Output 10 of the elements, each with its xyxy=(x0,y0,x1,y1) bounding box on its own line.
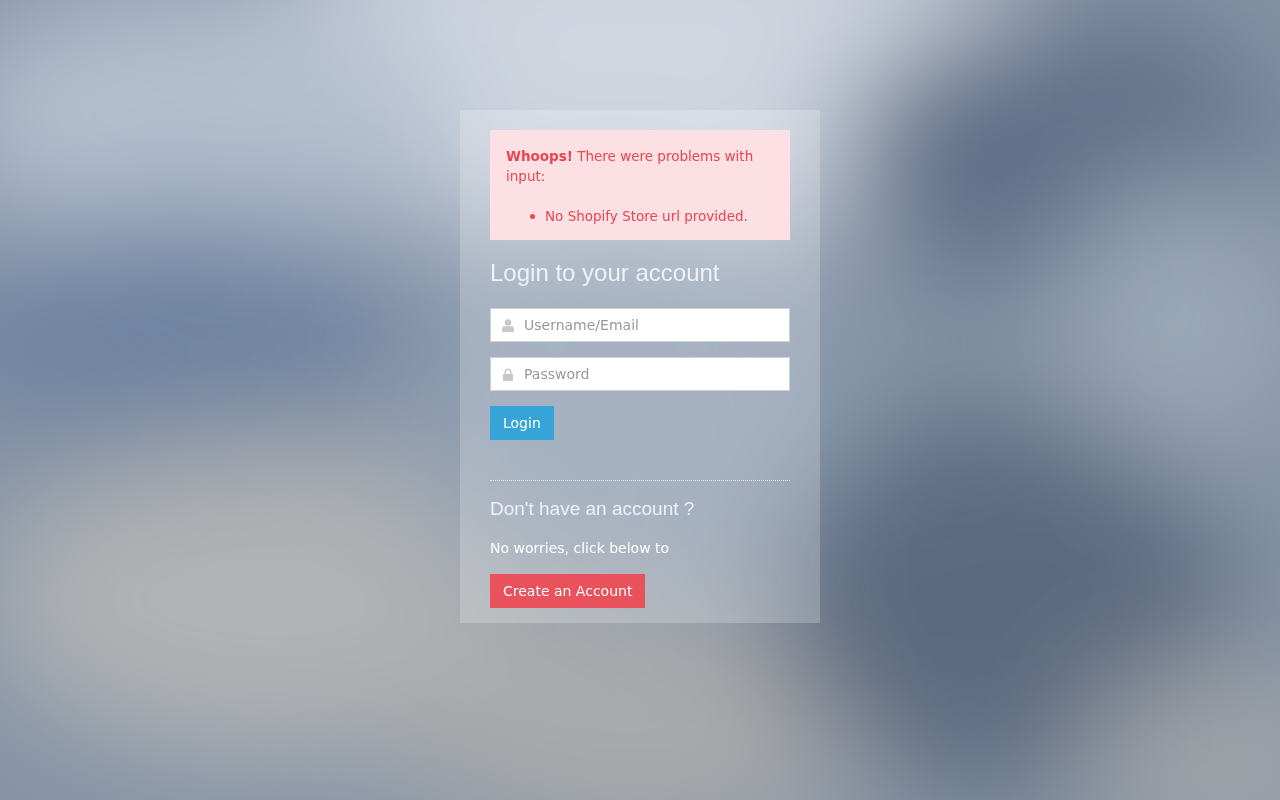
create-account-button[interactable]: Create an Account xyxy=(490,574,646,608)
error-message: Whoops! There were problems with input: xyxy=(506,147,755,186)
login-button[interactable]: Login xyxy=(490,406,554,440)
error-item: No Shopify Store url provided. xyxy=(545,207,748,226)
login-heading: Login to your account xyxy=(490,258,721,288)
bullet-icon xyxy=(530,213,535,219)
register-heading: Don't have an account ? xyxy=(490,497,696,521)
password-field[interactable]: Password xyxy=(490,357,790,391)
username-field[interactable]: Username/Email xyxy=(490,308,790,342)
register-text: No worries, click below to xyxy=(490,539,671,558)
